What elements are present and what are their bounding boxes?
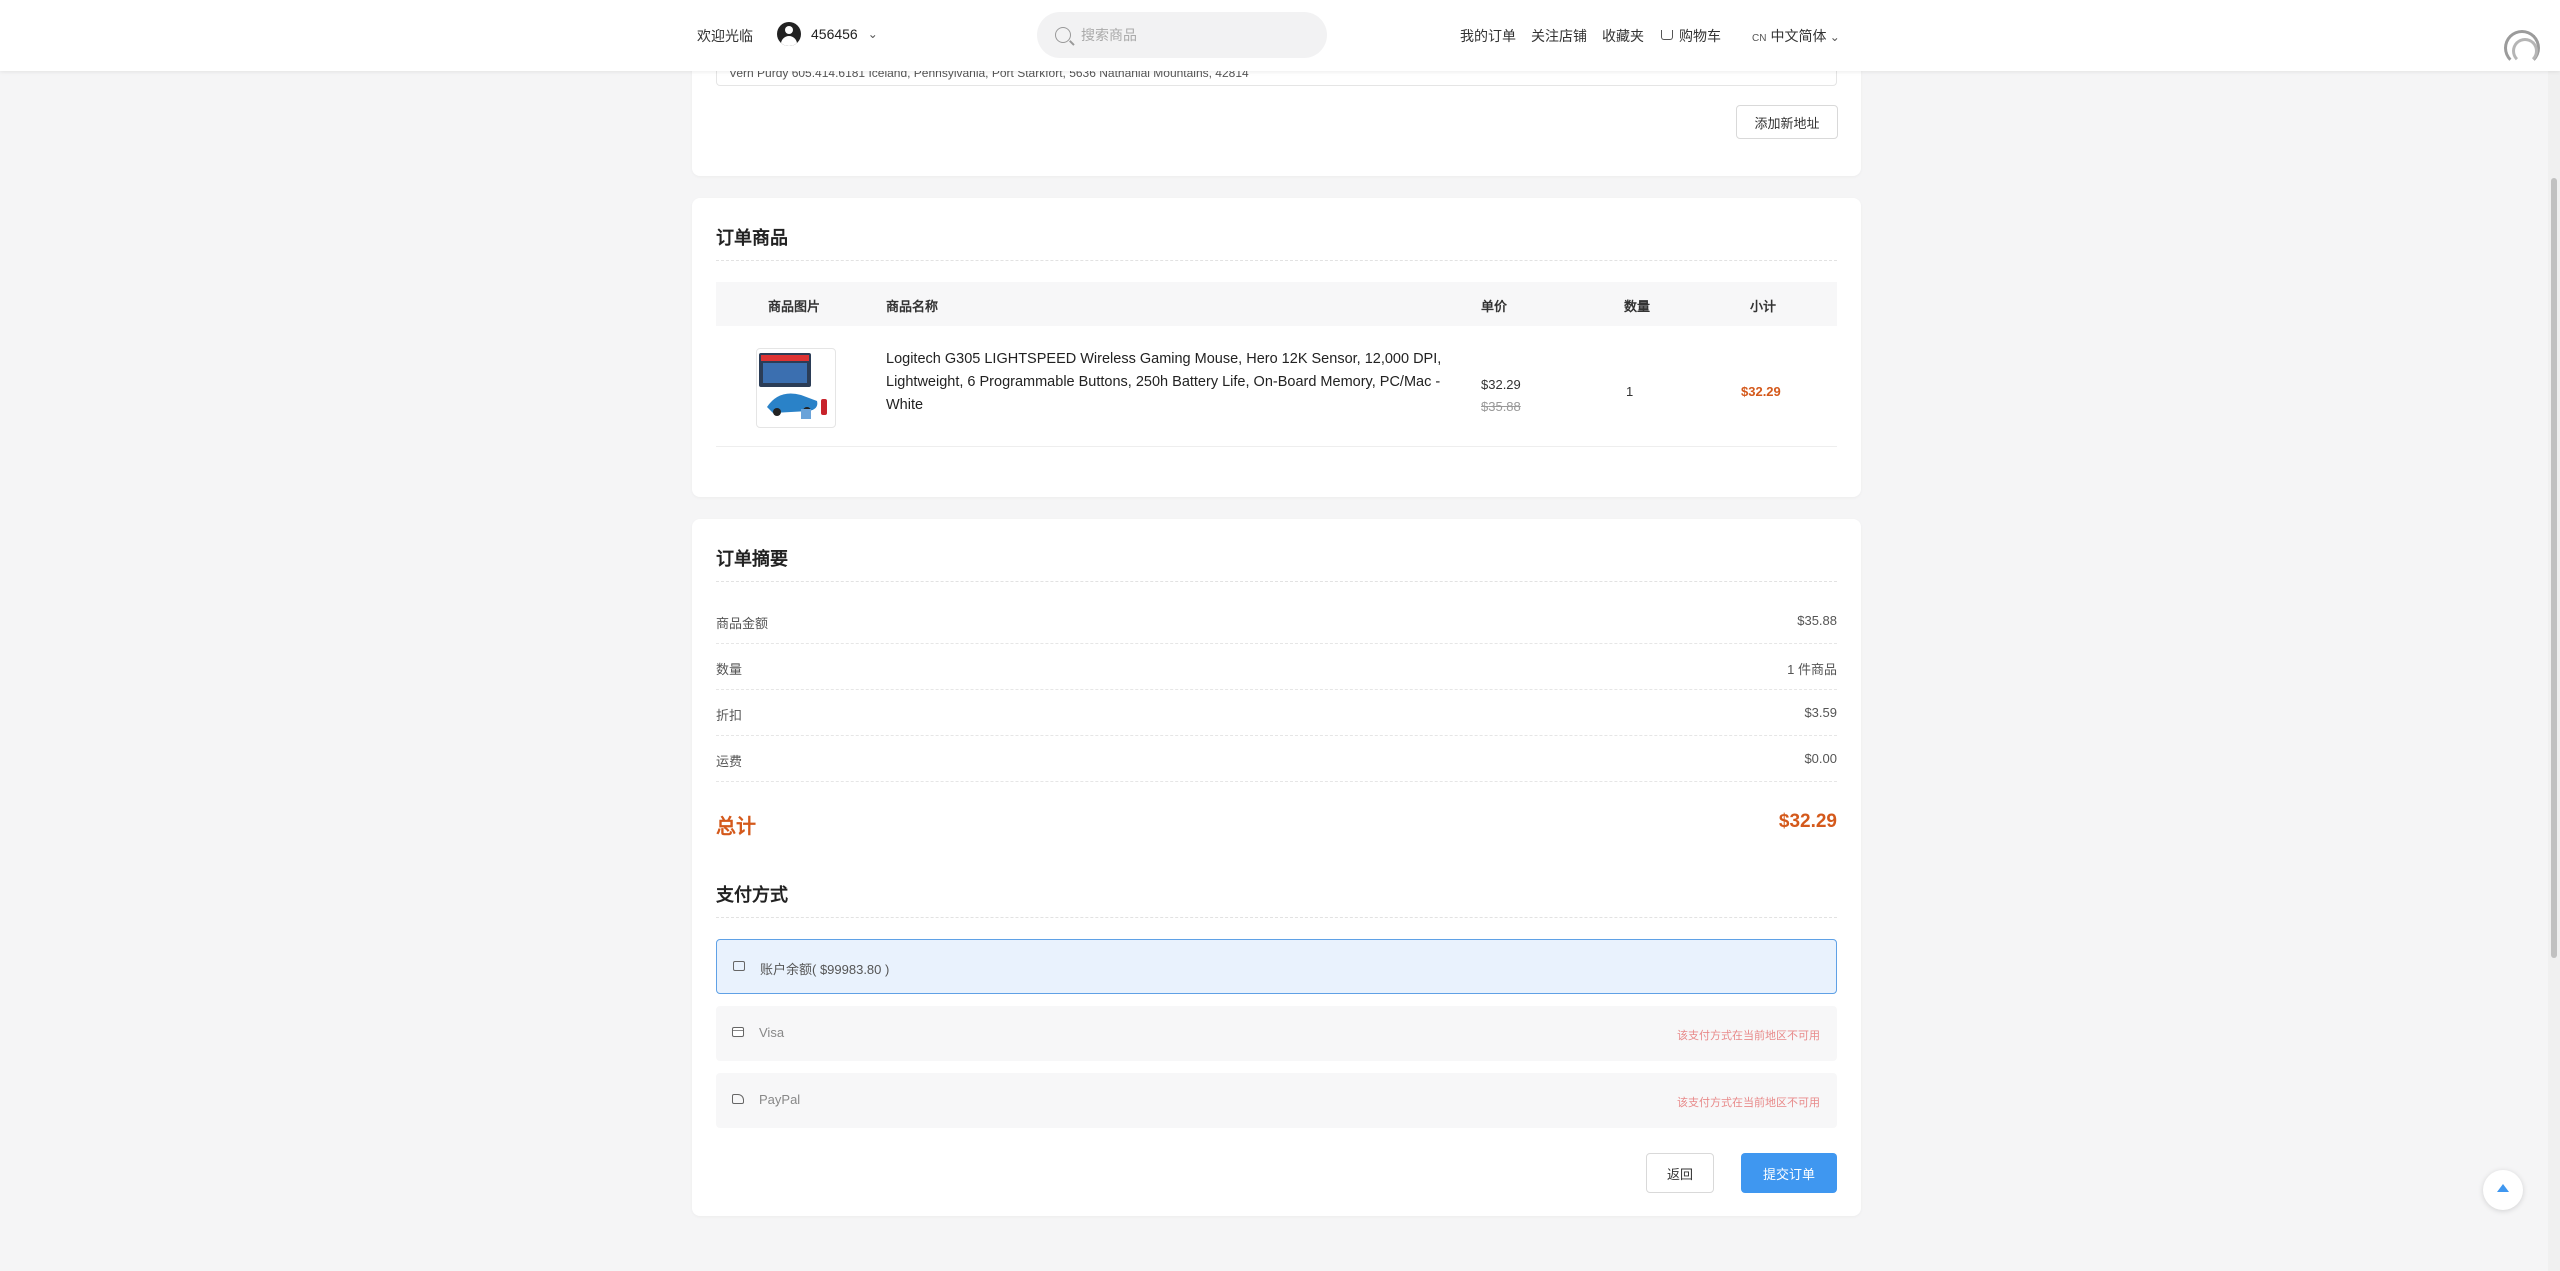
nav-follow-store[interactable]: 关注店铺 [1531,26,1587,46]
summary-label: 折扣 [716,708,743,723]
current-price: $32.29 [1481,377,1521,392]
payment-option-visa[interactable]: Visa 该支付方式在当前地区不可用 [716,1006,1837,1061]
avatar-icon [777,22,801,46]
back-button[interactable]: 返回 [1646,1153,1714,1193]
unit-price: $32.29 $35.88 [1481,374,1521,418]
welcome-text: 欢迎光临 [697,28,753,44]
summary-row-shipping: 运费 $0.00 [716,736,1837,782]
unavailable-note: 该支付方式在当前地区不可用 [1677,1030,1820,1042]
summary-value: $0.00 [1804,751,1837,766]
nav-cart-label: 购物车 [1679,28,1721,44]
loading-spinner-icon [2504,30,2540,66]
submit-order-button[interactable]: 提交订单 [1741,1153,1837,1193]
total-value: $32.29 [1778,811,1837,832]
subtotal: $32.29 [1741,384,1781,399]
order-summary-card: 订单摘要 商品金额 $35.88 数量 1 件商品 折扣 $3.59 运费 $0… [692,519,1861,1216]
col-price: 单价 [1481,299,1508,314]
summary-row-quantity: 数量 1 件商品 [716,644,1837,690]
search-input[interactable] [1081,27,1311,43]
product-image[interactable] [756,348,836,428]
summary-label: 运费 [716,754,743,769]
table-row: Logitech G305 LIGHTSPEED Wireless Gaming… [716,326,1837,447]
divider [716,260,1837,261]
top-header: 欢迎光临 456456 ⌄ 我的订单 关注店铺 收藏夹 购物车 CN中文简体 ⌄ [0,0,2560,71]
summary-row-amount: 商品金额 $35.88 [716,598,1837,644]
search-box[interactable] [1037,12,1327,58]
back-to-top-button[interactable] [2483,1170,2523,1210]
col-qty: 数量 [1624,299,1651,314]
scrollbar-thumb[interactable] [2551,178,2557,958]
divider [716,581,1837,582]
summary-label: 数量 [716,662,743,677]
nav-favorites[interactable]: 收藏夹 [1602,26,1644,46]
page-scrollbar[interactable] [2548,0,2560,1271]
paypal-icon [732,1094,744,1104]
summary-title: 订单摘要 [716,549,788,569]
total-label: 总计 [716,816,756,838]
payment-label: 账户余额( $99983.80 ) [760,962,890,977]
payment-label: PayPal [759,1092,801,1107]
payment-title: 支付方式 [716,885,788,905]
payment-label: Visa [759,1025,785,1040]
summary-row-discount: 折扣 $3.59 [716,690,1837,736]
username: 456456 [811,26,858,42]
add-address-button[interactable]: 添加新地址 [1736,105,1838,139]
chevron-down-icon: ⌄ [1826,30,1840,44]
summary-value: $3.59 [1804,705,1837,720]
col-image: 商品图片 [768,299,821,314]
nav-cart[interactable]: 购物车 [1661,26,1721,46]
lang-code: CN [1752,33,1767,44]
cart-icon [1661,30,1673,40]
order-items-card: 订单商品 商品图片 商品名称 单价 数量 小计 Logitech G305 LI… [692,198,1861,497]
order-items-title: 订单商品 [716,228,788,248]
credit-card-icon [732,1027,744,1037]
payment-option-balance[interactable]: 账户余额( $99983.80 ) [716,939,1837,994]
chevron-down-icon: ⌄ [867,27,878,41]
wallet-icon [733,961,745,971]
summary-value: $35.88 [1797,613,1837,628]
search-icon [1055,27,1071,43]
summary-label: 商品金额 [716,616,769,631]
nav-my-orders[interactable]: 我的订单 [1460,26,1516,46]
divider [716,917,1837,918]
col-name: 商品名称 [886,299,939,314]
user-menu[interactable]: 456456 ⌄ [777,22,878,46]
summary-value: 1 件商品 [1787,662,1837,677]
product-name[interactable]: Logitech G305 LIGHTSPEED Wireless Gaming… [886,348,1446,417]
language-selector[interactable]: CN 中文简体 ⌄ [1752,26,1840,46]
original-price: $35.88 [1481,399,1521,414]
payment-option-paypal[interactable]: PayPal 该支付方式在当前地区不可用 [716,1073,1837,1128]
table-header: 商品图片 商品名称 单价 数量 小计 [716,282,1837,326]
quantity: 1 [1626,384,1634,399]
lang-label: 中文简体 [1770,28,1827,44]
unavailable-note: 该支付方式在当前地区不可用 [1677,1097,1820,1109]
col-subtotal: 小计 [1750,299,1777,314]
